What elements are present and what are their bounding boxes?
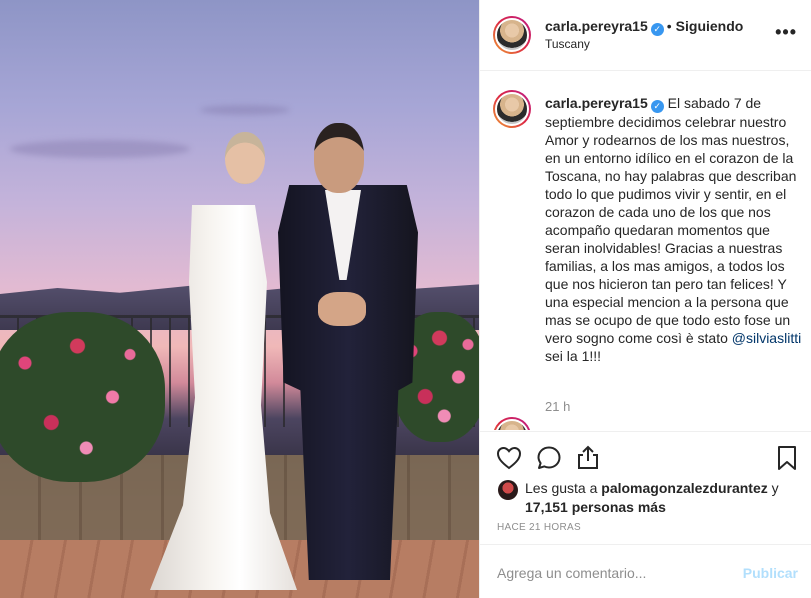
caption-time: 21 h xyxy=(545,399,571,414)
liker-avatar[interactable] xyxy=(498,480,518,500)
comment-input[interactable] xyxy=(497,561,727,585)
post-sidebar: carla.pereyra15 ✓ • Siguiendo Tuscany ••• c… xyxy=(479,0,811,598)
avatar-image xyxy=(495,419,529,430)
share-icon[interactable] xyxy=(574,444,602,472)
post-actions: Les gusta a palomagonzalezdurantez y 17,… xyxy=(480,431,811,598)
heart-icon[interactable] xyxy=(495,444,523,472)
verified-icon: ✓ xyxy=(650,100,664,113)
liker-username[interactable]: palomagonzalezdurantez xyxy=(601,480,767,496)
post-photo[interactable] xyxy=(0,0,479,598)
more-options-icon[interactable]: ••• xyxy=(775,22,797,43)
verified-icon: ✓ xyxy=(650,23,664,36)
caption-text: carla.pereyra15 ✓ El sabado 7 de septiemb… xyxy=(545,94,803,365)
comment-icon[interactable] xyxy=(535,444,563,472)
comment-form: Publicar xyxy=(480,544,811,598)
likes-count-link[interactable]: 17,151 personas más xyxy=(525,499,666,515)
likes-joiner: y xyxy=(767,480,779,496)
caption-body-end: sei la 1!!! xyxy=(545,348,602,364)
location-link[interactable]: Tuscany xyxy=(545,37,590,51)
avatar-image xyxy=(495,18,529,52)
header-user-line: carla.pereyra15 ✓ • Siguiendo xyxy=(545,18,743,36)
post-header: carla.pereyra15 ✓ • Siguiendo Tuscany ••• xyxy=(480,0,811,71)
avatar-image xyxy=(495,92,529,126)
likes-prefix: Les gusta a xyxy=(525,480,602,496)
publish-button[interactable]: Publicar xyxy=(743,565,798,581)
follow-button[interactable]: Siguiendo xyxy=(676,18,744,34)
mention-link[interactable]: @silviaslitti xyxy=(732,330,801,346)
likes-summary: Les gusta a palomagonzalezdurantez y 17,… xyxy=(525,479,805,517)
comment-avatar[interactable] xyxy=(493,417,531,430)
caption-username[interactable]: carla.pereyra15 xyxy=(545,95,648,111)
groom-head xyxy=(314,123,364,193)
separator-dot: • xyxy=(666,18,672,34)
post-timestamp: HACE 21 HORAS xyxy=(497,522,581,533)
header-username[interactable]: carla.pereyra15 xyxy=(545,18,648,34)
flower-bed-left xyxy=(0,312,165,482)
comments-section[interactable]: carla.pereyra15 ✓ El sabado 7 de septiemb… xyxy=(480,72,811,430)
caption-avatar[interactable] xyxy=(493,90,531,128)
save-icon[interactable] xyxy=(773,444,801,472)
sky-cloud xyxy=(10,140,190,158)
sky-cloud xyxy=(200,105,290,115)
groom-hands xyxy=(318,292,366,326)
caption-body: El sabado 7 de septiembre decidimos cele… xyxy=(545,95,797,346)
bride-head xyxy=(225,132,265,184)
avatar[interactable] xyxy=(493,16,531,54)
